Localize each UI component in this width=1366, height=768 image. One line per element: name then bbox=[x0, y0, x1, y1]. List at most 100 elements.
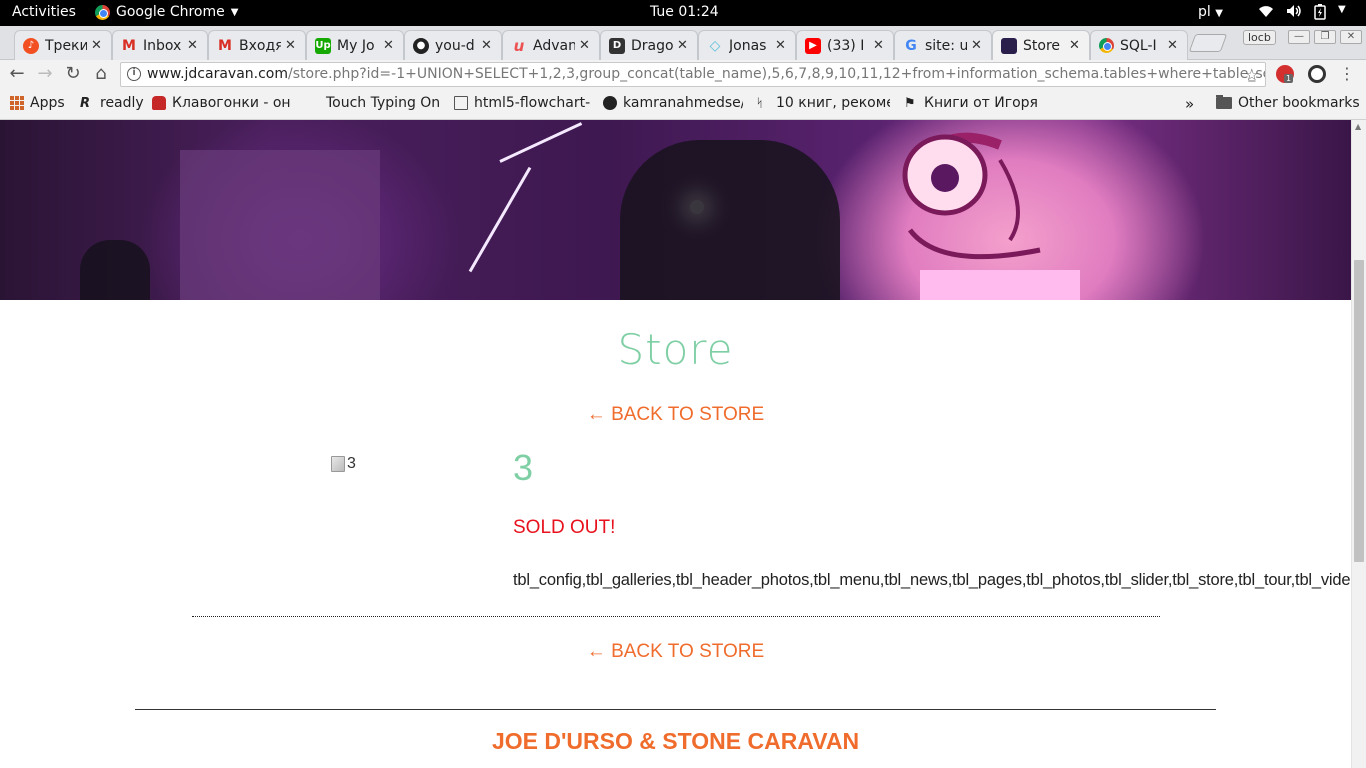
reload-button[interactable]: ↻ bbox=[62, 63, 84, 85]
clock[interactable]: Tue 01:24 bbox=[650, 4, 719, 20]
bookmark-klavogonki[interactable]: Клавогонки - он bbox=[152, 95, 290, 111]
microphone-stand bbox=[468, 166, 532, 273]
page-viewport: Store ← BACK TO STORE 3 3 SOLD OUT! tbl_… bbox=[0, 120, 1351, 768]
tab-2[interactable]: M Входя ✕ bbox=[208, 30, 306, 60]
footer-brand[interactable]: JOE D'URSO & STONE CARAVAN bbox=[0, 728, 1351, 755]
close-icon[interactable]: ✕ bbox=[285, 38, 299, 53]
tab-11[interactable]: SQL-I ✕ bbox=[1090, 30, 1188, 60]
sold-out-status: SOLD OUT! bbox=[513, 517, 616, 538]
broken-image-icon bbox=[331, 456, 345, 472]
youtube-icon: ▶ bbox=[805, 37, 821, 54]
udemy-icon: u bbox=[513, 36, 525, 55]
bookmarks-overflow-button[interactable]: » bbox=[1185, 95, 1194, 113]
bookmark-icon: ᛋ bbox=[756, 96, 764, 110]
new-tab-button[interactable] bbox=[1188, 34, 1228, 52]
chrome-icon bbox=[95, 4, 110, 20]
tab-10[interactable]: Store ✕ bbox=[992, 30, 1090, 60]
home-button[interactable]: ⌂ bbox=[90, 63, 112, 85]
bookmarks-bar: Apps R readly Клавогонки - он Touch Typi… bbox=[0, 88, 1366, 120]
tab-9[interactable]: G site: u ✕ bbox=[894, 30, 992, 60]
tab-title: My Jo bbox=[337, 37, 375, 54]
car-icon bbox=[152, 96, 166, 110]
bookmark-readly[interactable]: R readly bbox=[80, 95, 144, 111]
back-button[interactable]: ← bbox=[6, 63, 28, 85]
tab-title: Входя bbox=[239, 37, 281, 54]
close-icon[interactable]: ✕ bbox=[775, 38, 789, 53]
close-icon[interactable]: ✕ bbox=[1167, 38, 1181, 53]
close-icon[interactable]: ✕ bbox=[481, 38, 495, 53]
close-icon[interactable]: ✕ bbox=[971, 38, 985, 53]
divider bbox=[135, 709, 1216, 710]
close-icon[interactable]: ✕ bbox=[677, 38, 691, 53]
scroll-up-arrow[interactable]: ▲ bbox=[1355, 122, 1361, 131]
tab-title: Advan bbox=[533, 37, 575, 54]
bookmark-star-icon[interactable]: ☆ bbox=[1245, 63, 1259, 86]
readly-icon: R bbox=[80, 96, 91, 111]
tab-3[interactable]: Up My Jo ✕ bbox=[306, 30, 404, 60]
google-icon: G bbox=[905, 37, 917, 54]
page-icon bbox=[454, 96, 468, 110]
header-photo bbox=[0, 120, 1351, 300]
bookmark-knigi-igorya[interactable]: ⚑ Книги от Игоря bbox=[904, 95, 1040, 111]
app-menu[interactable]: Google Chrome ▼ bbox=[95, 4, 238, 20]
close-icon[interactable]: ✕ bbox=[187, 38, 201, 53]
tab-5[interactable]: u Advan ✕ bbox=[502, 30, 600, 60]
bookmark-10-knig[interactable]: ᛋ 10 книг, рекомен bbox=[756, 95, 890, 111]
language-indicator[interactable]: pl ▼ bbox=[1198, 4, 1223, 20]
extension-icon[interactable] bbox=[1308, 65, 1326, 83]
minimize-button[interactable]: — bbox=[1288, 30, 1310, 44]
extension-badge: 1 bbox=[1284, 74, 1294, 83]
performer-silhouette bbox=[620, 140, 840, 300]
maximize-button[interactable]: ❐ bbox=[1314, 30, 1336, 44]
back-to-store-link-bottom[interactable]: ← BACK TO STORE bbox=[0, 641, 1351, 663]
profile-name[interactable]: locb bbox=[1243, 30, 1276, 45]
bookmark-kamranahmedse[interactable]: kamranahmedse/c bbox=[603, 95, 743, 111]
diamond-icon: ◇ bbox=[709, 37, 721, 54]
system-tray[interactable]: ▼ bbox=[1258, 4, 1346, 24]
back-to-store-link[interactable]: ← BACK TO STORE bbox=[0, 404, 1351, 426]
other-bookmarks-label: Other bookmarks bbox=[1238, 95, 1360, 111]
tab-title: Drago bbox=[631, 37, 673, 54]
activities-button[interactable]: Activities bbox=[12, 4, 76, 20]
close-icon[interactable]: ✕ bbox=[873, 38, 887, 53]
tab-8[interactable]: ▶ (33) I ✕ bbox=[796, 30, 894, 60]
tab-6[interactable]: D Drago ✕ bbox=[600, 30, 698, 60]
battery-icon bbox=[1314, 4, 1326, 24]
adblock-extension-icon[interactable]: 1 bbox=[1276, 65, 1294, 83]
chevron-down-icon: ▼ bbox=[1338, 4, 1346, 15]
close-icon[interactable]: ✕ bbox=[1069, 38, 1083, 53]
bookmark-apps[interactable]: Apps bbox=[10, 95, 65, 111]
bookmark-label: Touch Typing Onl bbox=[326, 95, 440, 111]
bookmark-label: kamranahmedse/c bbox=[623, 95, 743, 111]
close-icon[interactable]: ✕ bbox=[579, 38, 593, 53]
wifi-icon bbox=[1258, 4, 1274, 24]
tab-title: Store bbox=[1023, 37, 1061, 54]
page-scrollbar[interactable]: ▲ bbox=[1351, 120, 1366, 768]
menu-icon[interactable]: ⋮ bbox=[1336, 63, 1358, 85]
tab-1[interactable]: M Inbox ✕ bbox=[112, 30, 208, 60]
bookmark-label: 10 книг, рекомен bbox=[776, 95, 890, 111]
github-icon bbox=[603, 96, 617, 110]
tab-title: Jonas bbox=[729, 37, 767, 54]
tab-title: you-d bbox=[435, 37, 475, 54]
address-bar[interactable]: i www.jdcaravan.com/store.php?id=-1+UNIO… bbox=[120, 62, 1266, 87]
tab-0[interactable]: ♪ Треки ✕ bbox=[14, 30, 112, 60]
close-icon[interactable]: ✕ bbox=[91, 38, 105, 53]
tab-4[interactable]: ● you-d ✕ bbox=[404, 30, 502, 60]
page-title: Store bbox=[617, 325, 734, 374]
scrollbar-thumb[interactable] bbox=[1354, 260, 1364, 562]
bookmark-label: Клавогонки - он bbox=[172, 95, 290, 111]
product-image-alt: 3 bbox=[347, 455, 356, 472]
gmail-icon: M bbox=[218, 37, 232, 54]
other-bookmarks[interactable]: Other bookmarks bbox=[1216, 95, 1360, 111]
close-window-button[interactable]: ✕ bbox=[1340, 30, 1362, 44]
bookmark-touch-typing[interactable]: Touch Typing Onl bbox=[306, 95, 440, 111]
microphone-stand bbox=[499, 122, 583, 163]
bookmark-html5-flowchart[interactable]: html5-flowchart- bbox=[454, 95, 590, 111]
close-icon[interactable]: ✕ bbox=[383, 38, 397, 53]
chevron-down-icon: ▼ bbox=[230, 6, 239, 18]
tab-title: Inbox bbox=[143, 37, 182, 54]
tab-7[interactable]: ◇ Jonas ✕ bbox=[698, 30, 796, 60]
forward-button[interactable]: → bbox=[34, 63, 56, 85]
site-info-icon[interactable]: i bbox=[127, 67, 141, 81]
